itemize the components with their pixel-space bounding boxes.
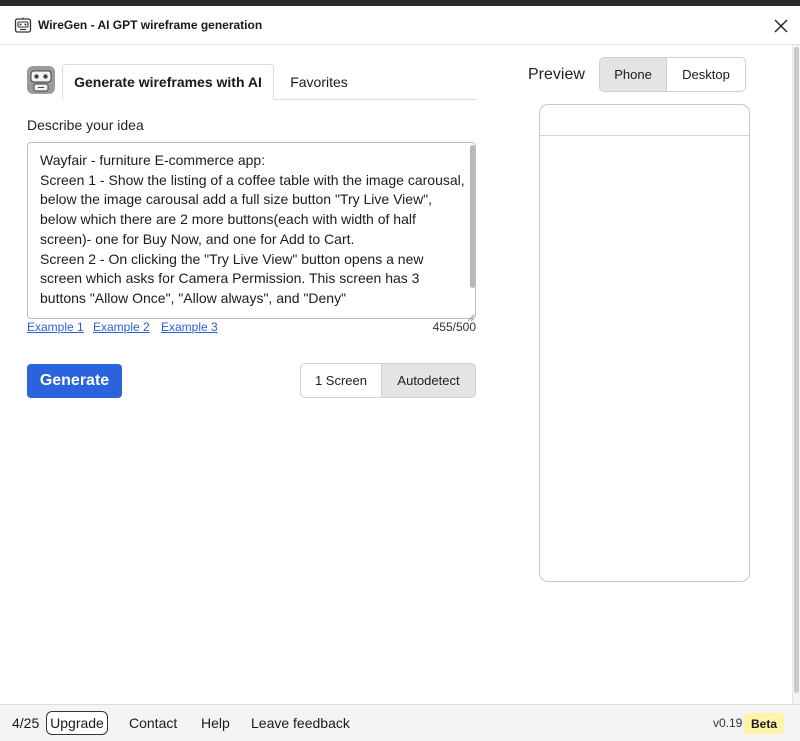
example-2-link[interactable]: Example 2 bbox=[93, 320, 150, 334]
phone-preview-header bbox=[540, 105, 749, 136]
idea-label: Describe your idea bbox=[27, 117, 144, 133]
idea-textarea[interactable]: Wayfair - furniture E-commerce app: Scre… bbox=[27, 142, 476, 322]
example-3-link[interactable]: Example 3 bbox=[161, 320, 218, 334]
contact-link[interactable]: Contact bbox=[129, 715, 177, 731]
beta-badge: Beta bbox=[744, 713, 784, 734]
close-icon[interactable] bbox=[772, 17, 790, 35]
generate-button[interactable]: Generate bbox=[27, 364, 122, 398]
footer-bar: 4/25 Upgrade Contact Help Leave feedback… bbox=[0, 704, 800, 741]
title-bar: WireGen - AI GPT wireframe generation bbox=[0, 6, 800, 45]
resize-grip-icon[interactable] bbox=[466, 309, 475, 322]
desktop-preview-button[interactable]: Desktop bbox=[666, 57, 746, 92]
one-screen-option[interactable]: 1 Screen bbox=[300, 363, 382, 398]
window-title: WireGen - AI GPT wireframe generation bbox=[38, 18, 263, 32]
tab-generate-wireframes[interactable]: Generate wireframes with AI bbox=[62, 64, 274, 100]
upgrade-button[interactable]: Upgrade bbox=[46, 711, 108, 735]
idea-scrollbar-thumb[interactable] bbox=[470, 145, 475, 288]
autodetect-option[interactable]: Autodetect bbox=[381, 363, 476, 398]
credits-counter: 4/25 bbox=[12, 715, 40, 731]
robot-logo-icon bbox=[26, 65, 56, 95]
help-link[interactable]: Help bbox=[201, 715, 230, 731]
preview-label: Preview bbox=[528, 66, 585, 83]
idea-text[interactable]: Wayfair - furniture E-commerce app: Scre… bbox=[40, 151, 465, 309]
example-1-link[interactable]: Example 1 bbox=[27, 320, 84, 334]
tab-favorites[interactable]: Favorites bbox=[274, 64, 364, 100]
phone-preview-frame bbox=[539, 104, 750, 582]
leave-feedback-link[interactable]: Leave feedback bbox=[251, 715, 350, 731]
version-label: v0.19 bbox=[713, 716, 743, 730]
phone-preview-button[interactable]: Phone bbox=[599, 57, 667, 92]
window-scrollbar-thumb[interactable] bbox=[794, 47, 799, 693]
robot-face-icon bbox=[14, 17, 32, 34]
char-counter: 455/500 bbox=[432, 320, 476, 334]
